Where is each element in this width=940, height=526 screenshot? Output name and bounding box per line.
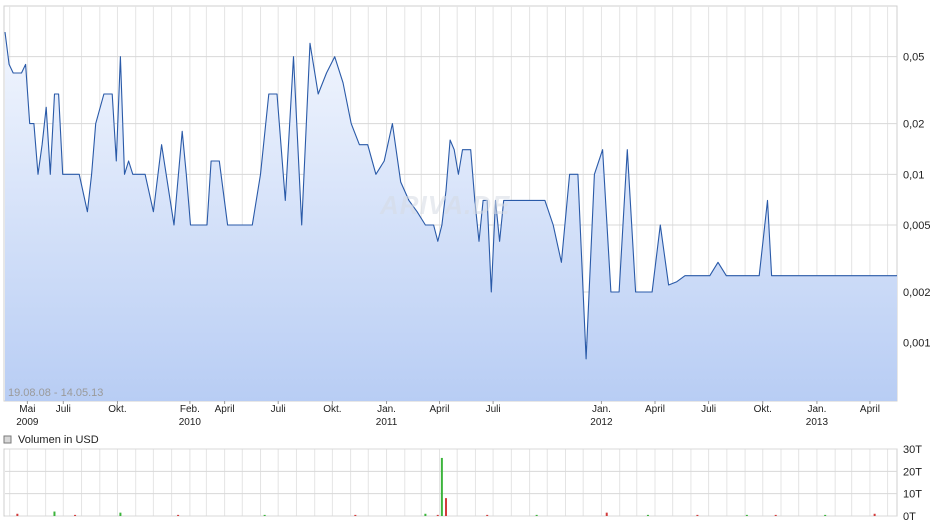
volume-y-tick-label: 30T [903,444,922,456]
volume-bar [486,514,489,516]
x-tick-label: April [215,404,235,415]
volume-bar [605,512,608,516]
volume-bar [745,514,748,516]
x-tick-year-label: 2010 [179,417,202,428]
volume-bar [436,514,439,516]
x-tick-label: Okt. [323,404,341,415]
y-tick-label: 0,002 [903,287,931,299]
volume-bar [774,514,777,516]
volume-y-axis: 30T 20T 10T 0T [903,444,922,523]
volume-bar [53,511,56,516]
volume-y-tick-label: 0T [903,511,916,523]
volume-bar [824,514,827,516]
x-tick-label: Juli [701,404,716,415]
x-tick-label: April [430,404,450,415]
x-tick-year-label: 2009 [16,417,39,428]
chart-stage: ARIVA.DE 19.08.08 - 14.05.13 0,05 0,02 0,0… [0,0,940,526]
volume-bar [646,514,649,516]
price-y-axis: 0,05 0,02 0,01 0,005 0,002 0,001 [903,52,931,350]
y-tick-label: 0,01 [903,169,924,181]
y-tick-label: 0,005 [903,220,931,232]
volume-legend-swatch [3,435,12,444]
x-tick-year-label: 2011 [376,417,398,428]
volume-bar [444,498,447,516]
price-chart: ARIVA.DE 19.08.08 - 14.05.13 0,050,020,0… [3,5,931,523]
x-tick-label: Jan. [377,404,396,415]
volume-legend-label: Volumen in USD [18,434,99,446]
x-tick-label: Jan. [807,404,826,415]
y-tick-label: 0,001 [903,338,931,350]
x-tick-label: Mai [19,404,35,415]
volume-bar [74,514,77,516]
watermark: ARIVA.DE [379,190,510,220]
x-tick-label: Juli [271,404,286,415]
volume-bar [873,513,876,516]
volume-bar [16,513,19,516]
date-range-label: 19.08.08 - 14.05.13 [8,387,103,399]
x-tick-year-label: 2013 [806,417,829,428]
volume-y-tick-label: 10T [903,489,922,501]
volume-bar [354,514,357,516]
x-tick-label: Juli [486,404,501,415]
x-tick-label: Feb. [180,404,200,415]
time-x-axis: Mai 2009 Juli Okt. Feb. 2010 April Juli Okt. Jan.… [16,401,880,428]
volume-y-tick-label: 20T [903,466,922,478]
volume-bar [696,514,699,516]
y-tick-label: 0,05 [903,52,924,64]
volume-bar [119,512,122,516]
x-tick-label: April [860,404,880,415]
volume-bar [424,513,427,516]
volume-bar [177,514,180,516]
volume-bar [263,514,266,516]
x-tick-label: Okt. [754,404,772,415]
volume-bar [440,457,443,516]
x-tick-label: April [645,404,665,415]
x-tick-label: Juli [56,404,71,415]
x-tick-label: Jan. [592,404,611,415]
x-tick-label: Okt. [108,404,126,415]
volume-bar [535,514,538,516]
y-tick-label: 0,02 [903,119,924,131]
x-tick-year-label: 2012 [590,417,613,428]
